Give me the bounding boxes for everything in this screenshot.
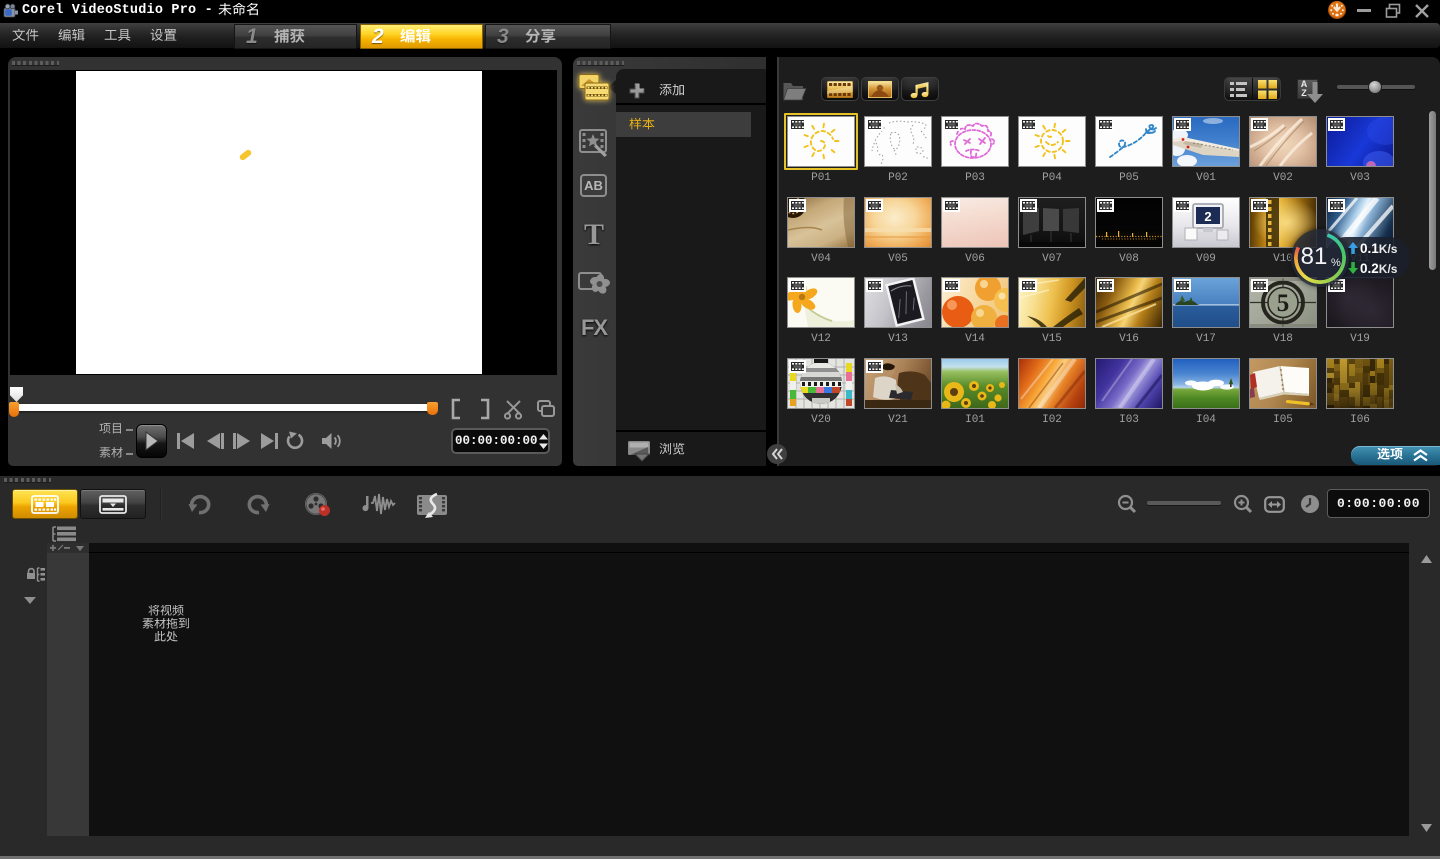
svg-text:2: 2 xyxy=(1204,209,1211,224)
svg-text:5: 5 xyxy=(1277,290,1290,317)
